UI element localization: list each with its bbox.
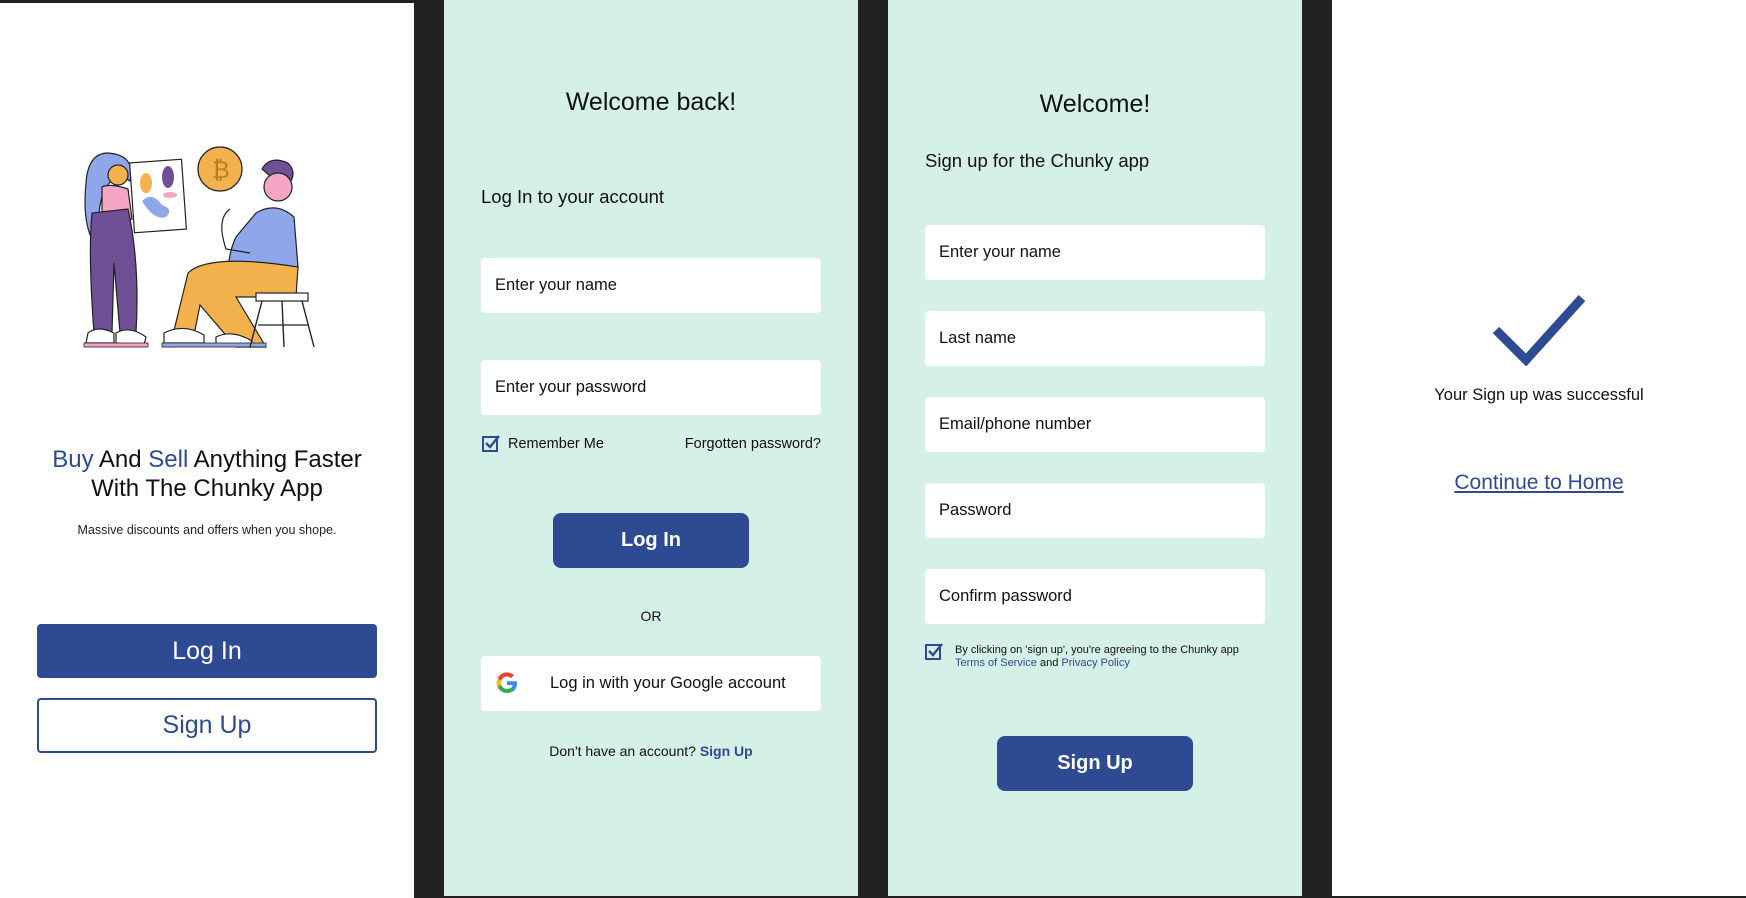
google-login-button[interactable]: Log in with your Google account	[481, 656, 821, 711]
onboarding-screen: ₿ Buy And Sell Anything Faster With The …	[0, 3, 414, 898]
checkmark-icon	[1492, 294, 1586, 366]
terms-and: and	[1039, 657, 1059, 669]
login-button[interactable]: Log In	[37, 624, 377, 678]
terms-of-service-link[interactable]: Terms of Service	[955, 657, 1037, 669]
headline-rest: Anything Faster	[193, 446, 362, 473]
remember-me-checkbox[interactable]	[482, 435, 500, 453]
remember-me-label: Remember Me	[508, 436, 604, 452]
success-screen: Your Sign up was successful Continue to …	[1332, 0, 1746, 896]
first-name-input[interactable]: Enter your name	[925, 225, 1265, 280]
password-input[interactable]: Password	[925, 483, 1265, 538]
no-account-text: Don't have an account?	[549, 743, 696, 759]
signup-link[interactable]: Sign Up	[700, 743, 753, 759]
headline-and: And	[98, 446, 142, 473]
signup-submit-button[interactable]: Sign Up	[997, 736, 1193, 791]
signup-screen: Welcome! Sign up for the Chunky app Ente…	[888, 0, 1302, 896]
no-account-prompt: Don't have an account? Sign Up	[444, 743, 858, 759]
page-title: Welcome back!	[565, 88, 737, 116]
terms-prefix: By clicking on 'sign up', you're agreein…	[955, 644, 1239, 656]
page-title: Welcome!	[1039, 90, 1151, 118]
people-trading-illustration: ₿	[83, 146, 315, 348]
google-login-label: Log in with your Google account	[550, 674, 786, 692]
svg-text:₿: ₿	[212, 156, 230, 184]
last-name-input[interactable]: Last name	[925, 311, 1265, 366]
page-subtitle: Sign up for the Chunky app	[925, 150, 1150, 171]
login-submit-button[interactable]: Log In	[553, 513, 749, 568]
google-icon	[496, 672, 517, 693]
headline-buy: Buy	[52, 446, 94, 473]
page-subtitle: Log In to your account	[481, 186, 665, 207]
continue-home-link[interactable]: Continue to Home	[1332, 471, 1746, 495]
email-phone-input[interactable]: Email/phone number	[925, 397, 1265, 452]
forgot-password-link[interactable]: Forgotten password?	[685, 436, 821, 452]
name-input[interactable]: Enter your name	[481, 258, 821, 313]
success-message: Your Sign up was successful	[1434, 386, 1644, 404]
privacy-policy-link[interactable]: Privacy Policy	[1061, 657, 1129, 669]
headline-sell: Sell	[148, 446, 189, 473]
terms-text: By clicking on 'sign up', you're agreein…	[955, 644, 1285, 670]
password-input[interactable]: Enter your password	[481, 360, 821, 415]
headline-line2: With The Chunky App	[91, 475, 323, 502]
onboarding-headline: Buy And Sell Anything Faster With The Ch…	[20, 445, 394, 503]
signup-button[interactable]: Sign Up	[37, 698, 377, 753]
onboarding-subline: Massive discounts and offers when you sh…	[77, 523, 337, 537]
or-divider: OR	[640, 608, 662, 624]
login-screen: Welcome back! Log In to your account Ent…	[444, 0, 858, 896]
terms-checkbox[interactable]	[925, 643, 943, 661]
confirm-password-input[interactable]: Confirm password	[925, 569, 1265, 624]
